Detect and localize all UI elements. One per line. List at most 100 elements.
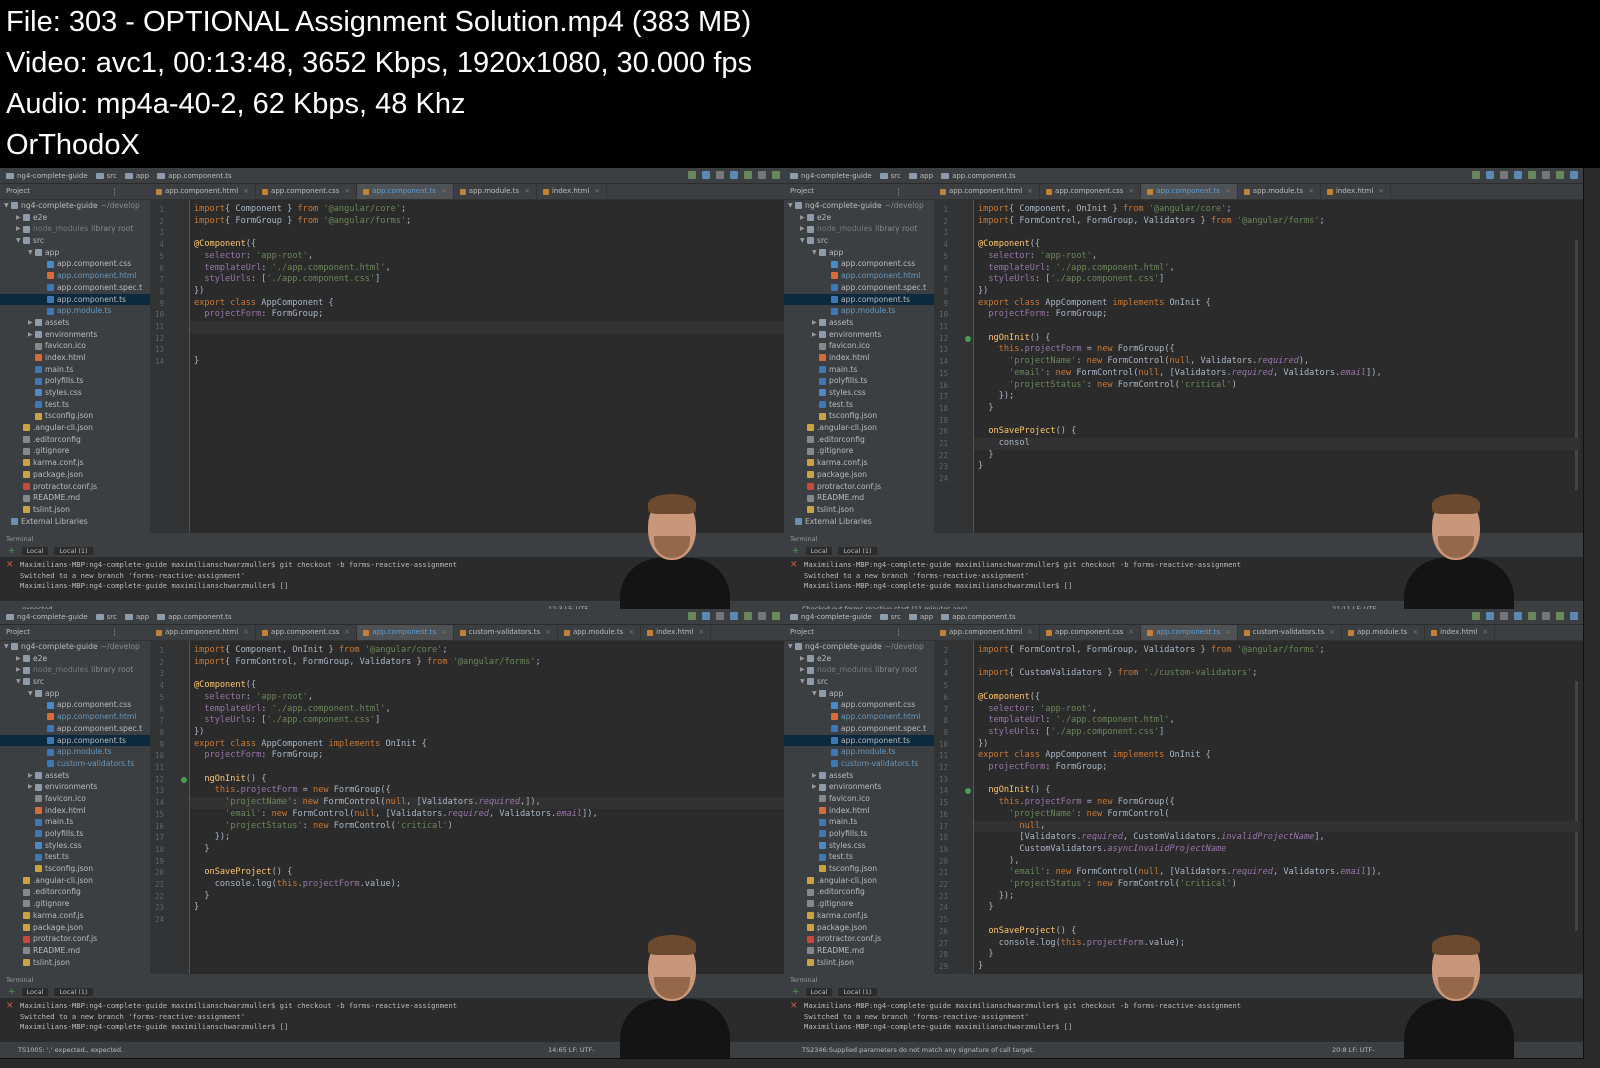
implements-marker-icon[interactable]: [965, 335, 971, 342]
expand-arrow-icon[interactable]: ▼: [788, 200, 795, 212]
tree-item[interactable]: ▼ ng4-complete-guide ~/develop: [784, 641, 934, 653]
close-tab-icon[interactable]: ×: [1482, 625, 1488, 640]
stop-icon[interactable]: [716, 612, 724, 620]
tree-item[interactable]: .gitignore: [0, 898, 150, 910]
file-tab[interactable]: index.html ×: [1425, 625, 1496, 640]
run-icon[interactable]: [688, 612, 696, 620]
tree-item[interactable]: ▼ ng4-complete-guide ~/develop: [0, 641, 150, 653]
tree-item[interactable]: tslint.json: [784, 957, 934, 969]
expand-arrow-icon[interactable]: ▼: [28, 688, 35, 700]
tree-item[interactable]: ▶ e2e: [784, 212, 934, 224]
close-tab-icon[interactable]: ×: [1329, 625, 1335, 640]
breadcrumb-item[interactable]: src: [879, 172, 901, 180]
file-tab[interactable]: app.component.html ×: [150, 625, 257, 640]
file-tab[interactable]: app.component.html ×: [150, 184, 257, 199]
code-editor[interactable]: import{ Component, OnInit } from '@angul…: [190, 641, 796, 974]
code-editor[interactable]: import{ Component, OnInit } from '@angul…: [974, 200, 1580, 533]
tree-item[interactable]: karma.conf.js: [784, 457, 934, 469]
close-tab-icon[interactable]: ×: [1027, 625, 1033, 640]
tree-item[interactable]: polyfills.ts: [784, 375, 934, 387]
close-tab-icon[interactable]: ×: [1027, 184, 1033, 199]
file-tab[interactable]: index.html ×: [537, 184, 608, 199]
breadcrumb-item[interactable]: app: [124, 613, 149, 621]
tree-item[interactable]: .angular-cli.json: [0, 422, 150, 434]
tree-item[interactable]: app.module.ts: [0, 746, 150, 758]
tree-item[interactable]: .editorconfig: [0, 434, 150, 446]
vcs-commit-icon[interactable]: [744, 612, 752, 620]
tree-item[interactable]: styles.css: [0, 840, 150, 852]
tree-item[interactable]: favicon.ico: [0, 793, 150, 805]
file-tab[interactable]: app.component.ts ×: [1141, 184, 1238, 199]
run-icon[interactable]: [1472, 171, 1480, 179]
tree-item[interactable]: app.component.html: [0, 711, 150, 723]
file-tab[interactable]: custom-validators.ts ×: [1238, 625, 1343, 640]
code-editor[interactable]: import{ FormControl, FormGroup, Validato…: [974, 641, 1580, 974]
tree-item[interactable]: app.component.spec.t: [0, 282, 150, 294]
tree-item[interactable]: tsconfig.json: [784, 410, 934, 422]
run-icon[interactable]: [688, 171, 696, 179]
collapse-arrow-icon[interactable]: ▶: [28, 781, 35, 793]
tree-item[interactable]: app.component.ts: [784, 293, 934, 306]
tree-item[interactable]: styles.css: [0, 387, 150, 399]
collapse-arrow-icon[interactable]: ▶: [800, 223, 807, 235]
file-tab[interactable]: app.module.ts ×: [558, 625, 642, 640]
tree-item[interactable]: test.ts: [0, 399, 150, 411]
tree-item[interactable]: ▶ node_modules library root: [784, 664, 934, 676]
file-tab[interactable]: index.html ×: [641, 625, 712, 640]
tree-item[interactable]: ▶ environments: [0, 329, 150, 341]
expand-arrow-icon[interactable]: ▼: [4, 200, 11, 212]
tree-item[interactable]: ▼ src: [784, 235, 934, 247]
project-selector[interactable]: Project: [0, 625, 150, 641]
add-terminal-icon[interactable]: +: [8, 546, 16, 556]
tree-item[interactable]: index.html: [0, 805, 150, 817]
tree-item[interactable]: .angular-cli.json: [0, 875, 150, 887]
close-tab-icon[interactable]: ×: [243, 184, 249, 199]
add-terminal-icon[interactable]: +: [792, 546, 800, 556]
project-selector[interactable]: Project: [784, 625, 934, 641]
tree-item[interactable]: app.component.spec.t: [784, 723, 934, 735]
code-editor[interactable]: import{ Component } from '@angular/core'…: [190, 200, 796, 533]
close-tab-icon[interactable]: ×: [1225, 625, 1231, 640]
implements-marker-icon[interactable]: [965, 788, 971, 795]
tree-item[interactable]: .gitignore: [784, 898, 934, 910]
collapse-arrow-icon[interactable]: ▶: [16, 223, 23, 235]
tree-item[interactable]: ▶ assets: [0, 317, 150, 329]
project-selector[interactable]: Project: [0, 184, 150, 200]
close-tab-icon[interactable]: ×: [344, 184, 350, 199]
tree-item[interactable]: polyfills.ts: [784, 828, 934, 840]
terminal-tab[interactable]: Local: [805, 988, 833, 996]
project-tools-icon[interactable]: [898, 629, 928, 636]
breadcrumb-item[interactable]: ng4-complete-guide: [790, 172, 872, 180]
expand-arrow-icon[interactable]: ▼: [812, 247, 819, 259]
breadcrumb-item[interactable]: ng4-complete-guide: [790, 613, 872, 621]
tree-item[interactable]: tslint.json: [784, 504, 934, 516]
terminal-tab[interactable]: Local: [21, 547, 49, 555]
tree-item[interactable]: protractor.conf.js: [0, 933, 150, 945]
tree-item[interactable]: ▼ src: [0, 676, 150, 688]
terminal-tab[interactable]: Local: [805, 547, 833, 555]
terminal-tab[interactable]: Local (1): [838, 547, 877, 555]
file-tab[interactable]: app.module.ts ×: [1238, 184, 1321, 199]
tree-item[interactable]: app.component.ts: [0, 293, 150, 306]
tree-item[interactable]: ▶ environments: [784, 329, 934, 341]
tree-item[interactable]: app.component.html: [784, 711, 934, 723]
scrollbar[interactable]: [1575, 240, 1578, 490]
scrollbar[interactable]: [1575, 681, 1578, 931]
tree-item[interactable]: ▶ environments: [0, 781, 150, 793]
tree-item[interactable]: package.json: [0, 922, 150, 934]
tree-item[interactable]: External Libraries: [784, 516, 934, 528]
history-icon[interactable]: [1542, 171, 1550, 179]
tree-item[interactable]: ▼ app: [784, 688, 934, 700]
tree-item[interactable]: tslint.json: [0, 504, 150, 516]
breadcrumb-item[interactable]: app.component.ts: [157, 172, 232, 180]
tree-item[interactable]: main.ts: [0, 816, 150, 828]
breadcrumb-item[interactable]: app.component.ts: [941, 172, 1016, 180]
close-terminal-icon[interactable]: ✕: [6, 560, 14, 570]
debug-icon[interactable]: [1486, 171, 1494, 179]
debug-icon[interactable]: [702, 171, 710, 179]
vcs-update-icon[interactable]: [1514, 612, 1522, 620]
tree-item[interactable]: ▶ assets: [0, 770, 150, 782]
collapse-arrow-icon[interactable]: ▶: [812, 770, 819, 782]
tree-item[interactable]: app.module.ts: [0, 305, 150, 317]
add-terminal-icon[interactable]: +: [8, 987, 16, 997]
